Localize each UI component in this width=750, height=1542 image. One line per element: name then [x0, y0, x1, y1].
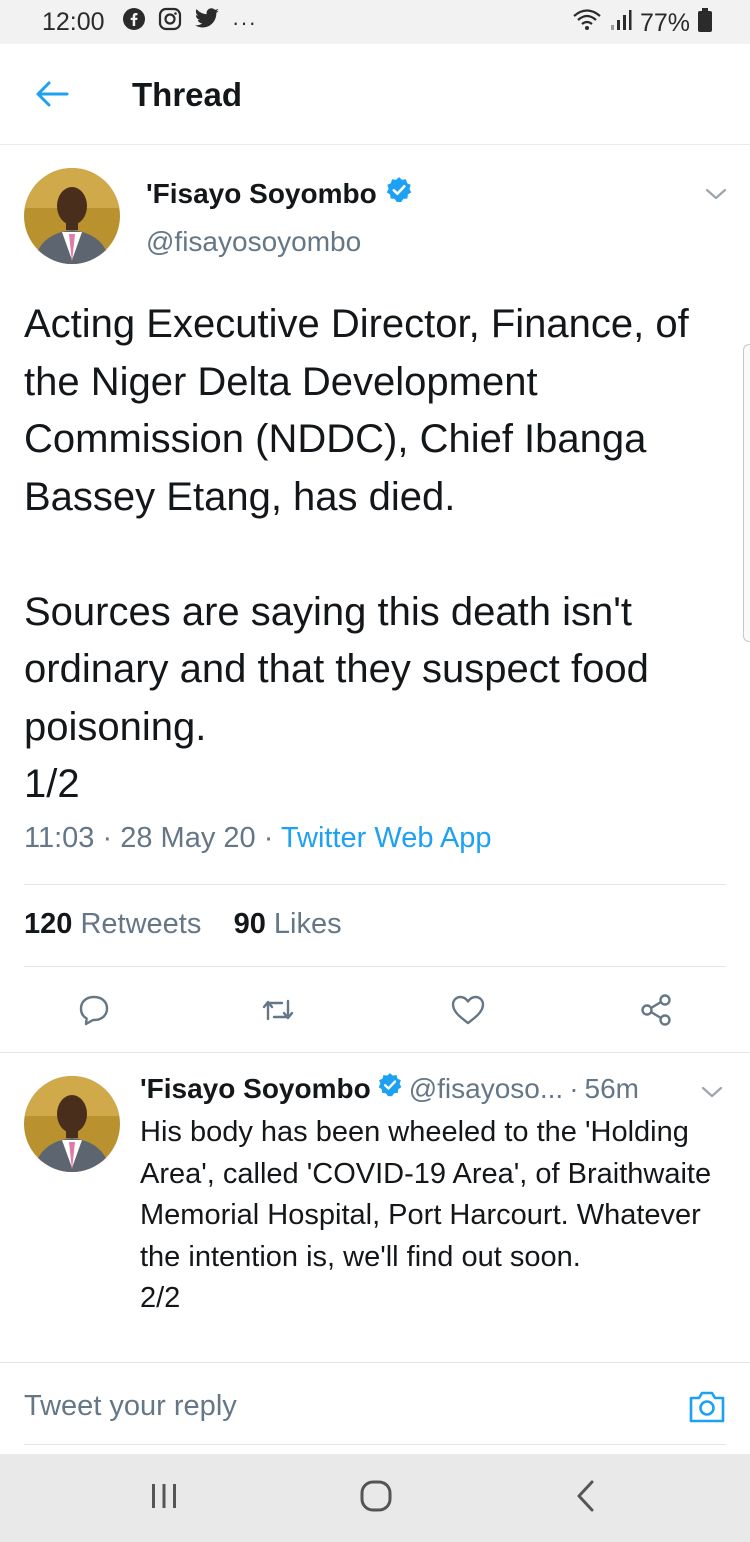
- instagram-icon: [158, 7, 182, 38]
- scroll-indicator[interactable]: [743, 344, 750, 642]
- divider: [24, 1444, 726, 1445]
- main-tweet-text: Acting Executive Director, Finance, of t…: [24, 302, 689, 806]
- tweet-options-button[interactable]: [704, 186, 728, 207]
- retweet-label: Retweets: [80, 908, 202, 940]
- retweet-button[interactable]: [256, 990, 300, 1034]
- reply-author-name[interactable]: 'Fisayo Soyombo: [140, 1073, 371, 1105]
- signal-icon: [610, 9, 632, 38]
- reply-age: 56m: [584, 1072, 639, 1104]
- divider: [24, 966, 726, 967]
- reply-button[interactable]: [72, 990, 116, 1034]
- engagement-counts: 120 Retweets 90 Likes: [24, 908, 342, 941]
- divider: [24, 884, 726, 885]
- tweet-source-link[interactable]: Twitter Web App: [281, 822, 492, 854]
- chevron-down-icon: [700, 1086, 724, 1104]
- tweet-meta: 11:03 · 28 May 20 · Twitter Web App: [24, 822, 492, 855]
- reply-tweet-text: His body has been wheeled to the 'Holdin…: [140, 1116, 712, 1314]
- reply-icon: [77, 993, 111, 1032]
- verified-badge-icon: [377, 1072, 403, 1105]
- page-title: Thread: [132, 76, 243, 113]
- heart-icon: [450, 994, 486, 1031]
- back-button[interactable]: [28, 72, 76, 120]
- chevron-left-icon: [574, 1479, 598, 1518]
- like-button[interactable]: [446, 990, 490, 1034]
- meta-separator: ·: [263, 822, 274, 854]
- reply-options-button[interactable]: [700, 1084, 724, 1105]
- retweet-icon: [260, 995, 296, 1030]
- camera-icon: [687, 1389, 727, 1430]
- author-avatar[interactable]: [24, 168, 120, 264]
- meta-separator: ·: [102, 822, 113, 854]
- recent-apps-icon: [149, 1482, 179, 1515]
- recent-apps-button[interactable]: [140, 1478, 188, 1518]
- tweet-date: 28 May 20: [120, 822, 256, 854]
- battery-icon: [698, 8, 712, 39]
- meta-separator: ·: [569, 1072, 579, 1104]
- twitter-icon: [194, 8, 220, 37]
- app-bar: Thread: [0, 44, 750, 145]
- divider: [0, 1362, 750, 1363]
- home-button[interactable]: [352, 1478, 400, 1518]
- like-label: Likes: [273, 908, 342, 940]
- reply-author-handle[interactable]: @fisayoso...: [409, 1073, 563, 1105]
- retweet-count: 120: [24, 908, 73, 940]
- wifi-icon: [572, 8, 602, 39]
- verified-badge-icon: [385, 176, 413, 211]
- author-handle[interactable]: @fisayosoyombo: [146, 226, 361, 258]
- share-button[interactable]: [634, 990, 678, 1034]
- reply-tweet-header: 'Fisayo Soyombo @fisayoso... · 56m: [140, 1072, 639, 1105]
- camera-button[interactable]: [686, 1388, 728, 1430]
- home-icon: [359, 1480, 393, 1517]
- more-dots-icon: ···: [232, 9, 257, 35]
- battery-percent: 77%: [639, 9, 690, 37]
- status-time: 12:00: [42, 8, 105, 36]
- tweet-action-bar: [0, 990, 750, 1034]
- facebook-icon: [122, 7, 146, 38]
- reply-input[interactable]: Tweet your reply: [24, 1390, 237, 1423]
- likes-count-link[interactable]: 90 Likes: [234, 908, 342, 940]
- back-nav-button[interactable]: [562, 1478, 610, 1518]
- author-name: 'Fisayo Soyombo: [146, 177, 377, 209]
- main-tweet-author[interactable]: 'Fisayo Soyombo: [146, 176, 413, 211]
- share-icon: [638, 992, 674, 1033]
- like-count: 90: [233, 908, 266, 940]
- divider: [0, 1052, 750, 1053]
- status-bar: 12:00 ··· 77%: [0, 0, 750, 44]
- chevron-down-icon: [704, 188, 728, 206]
- retweets-count-link[interactable]: 120 Retweets: [24, 908, 201, 940]
- reply-author-avatar[interactable]: [24, 1076, 120, 1172]
- tweet-time: 11:03: [24, 822, 95, 854]
- arrow-left-icon: [35, 80, 69, 113]
- system-nav-bar: [0, 1454, 750, 1542]
